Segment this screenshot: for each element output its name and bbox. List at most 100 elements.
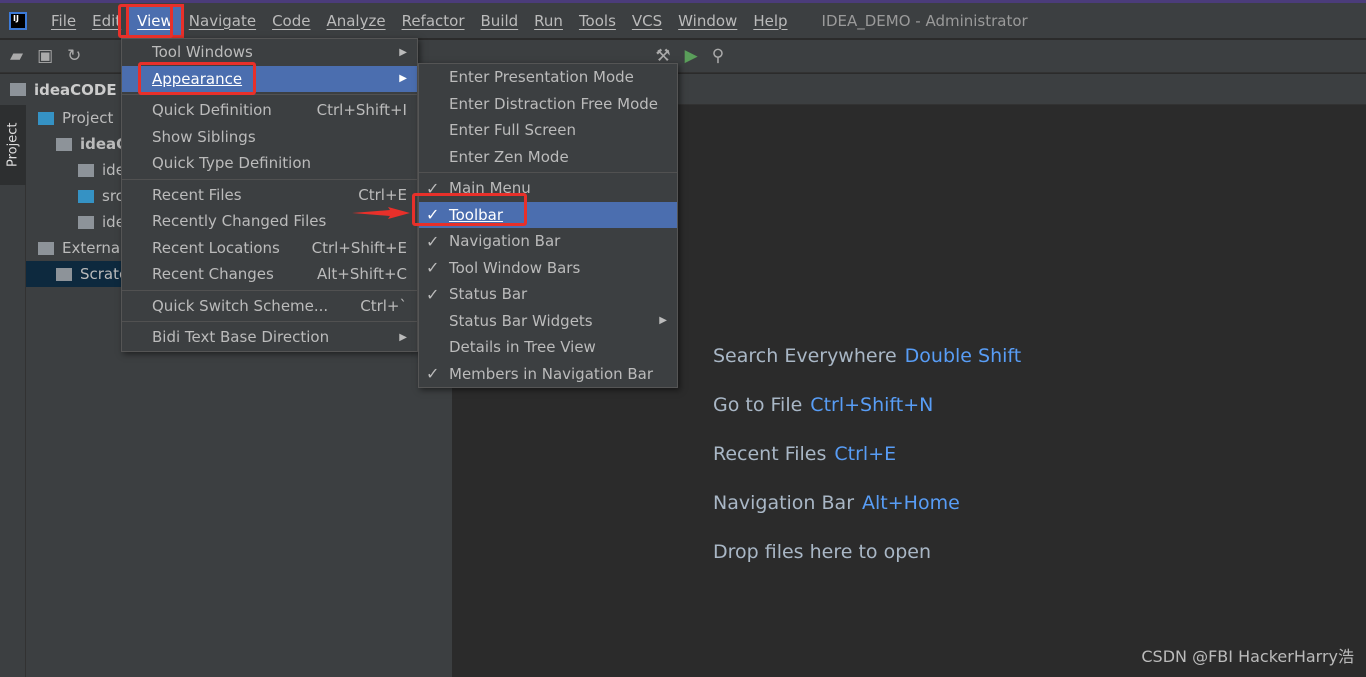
menu-item-navigation-bar[interactable]: ✓ Navigation Bar	[419, 228, 677, 255]
hint-shortcut: Ctrl+E	[834, 443, 897, 465]
menu-vcs[interactable]: VCS	[624, 7, 670, 35]
menu-item-label: Details in Tree View	[449, 338, 596, 357]
tree-node-icon	[38, 241, 54, 255]
editor-hint: Drop files here to open	[713, 541, 931, 563]
editor-hint: Navigation Bar Alt+Home	[713, 492, 960, 514]
menu-bar: IJ File Edit View Navigate Code Analyze Refact…	[0, 3, 1366, 39]
annotation-box-view	[118, 4, 173, 38]
menu-navigate[interactable]: Navigate	[181, 7, 264, 35]
menu-run[interactable]: Run	[526, 7, 571, 35]
menu-separator	[122, 321, 417, 322]
menu-separator	[122, 289, 417, 291]
submenu-arrow-icon: ▶	[399, 73, 407, 85]
folder-icon	[10, 83, 26, 96]
menu-item-label: Tool Window Bars	[449, 258, 581, 277]
hint-shortcut: Double Shift	[904, 345, 1022, 367]
menu-item-label: Enter Full Screen	[449, 121, 577, 140]
menu-item-members-in-navigation-bar[interactable]: ✓ Members in Navigation Bar	[419, 361, 677, 388]
intellij-logo-icon: IJ	[9, 11, 27, 30]
window-title: IDEA_DEMO - Administrator	[821, 11, 1028, 30]
editor-hint: Go to File Ctrl+Shift+N	[713, 394, 933, 416]
annotation-box-toolbar	[412, 193, 527, 226]
menu-item-shortcut: Ctrl+Shift+E	[311, 238, 407, 257]
menu-item-tool-window-bars[interactable]: ✓ Tool Window Bars	[419, 255, 677, 282]
menu-item-label: Enter Presentation Mode	[449, 68, 634, 87]
menu-item-label: Quick Switch Scheme...	[152, 296, 329, 315]
menu-item-label: Members in Navigation Bar	[449, 364, 654, 383]
menu-item-status-bar[interactable]: ✓ Status Bar	[419, 281, 677, 308]
menu-item-label: Recently Changed Files	[152, 212, 327, 231]
menu-item-label: Recent Files	[152, 185, 242, 204]
menu-item-label: Show Siblings	[152, 127, 256, 146]
menu-item-enter-zen-mode[interactable]: Enter Zen Mode	[419, 144, 677, 171]
project-tool-tab[interactable]: Project	[0, 105, 26, 185]
menu-code[interactable]: Code	[264, 7, 318, 35]
menu-item-quick-type-definition[interactable]: Quick Type Definition	[122, 150, 417, 177]
checkmark-icon: ✓	[426, 258, 440, 278]
menu-item-enter-presentation-mode[interactable]: Enter Presentation Mode	[419, 64, 677, 91]
hint-shortcut: Ctrl+Shift+N	[810, 394, 934, 416]
hint-text: Search Everywhere	[713, 345, 897, 367]
menu-item-shortcut: Alt+Shift+C	[316, 265, 407, 284]
menu-item-enter-full-screen[interactable]: Enter Full Screen	[419, 117, 677, 144]
menu-item-label: Status Bar	[449, 285, 528, 304]
hint-text: Recent Files	[713, 443, 827, 465]
tree-node-icon	[78, 163, 94, 177]
tool-window-stripe: Project	[0, 105, 26, 677]
menu-item-status-bar-widgets[interactable]: Status Bar Widgets ▶	[419, 308, 677, 335]
menu-item-label: Bidi Text Base Direction	[152, 328, 330, 347]
search-icon[interactable]: ⚲	[712, 46, 724, 66]
annotation-arrow-icon	[352, 207, 410, 219]
terminal-icon[interactable]: ▶	[685, 46, 698, 66]
hint-text: Navigation Bar	[713, 492, 855, 514]
menu-item-details-in-tree-view[interactable]: Details in Tree View	[419, 334, 677, 361]
hint-shortcut: Alt+Home	[862, 492, 960, 514]
menu-refactor[interactable]: Refactor	[394, 7, 473, 35]
nav-project[interactable]: ideaCODE	[34, 81, 117, 99]
menu-separator	[419, 172, 677, 173]
menu-build[interactable]: Build	[473, 7, 527, 35]
menu-item-shortcut: Ctrl+`	[360, 296, 407, 315]
menu-item-recent-files[interactable]: Recent Files Ctrl+E	[122, 182, 417, 209]
menu-item-label: Enter Zen Mode	[449, 147, 569, 166]
menu-item-quick-definition[interactable]: Quick Definition Ctrl+Shift+I	[122, 97, 417, 124]
hint-text: Go to File	[713, 394, 803, 416]
annotation-box-appearance	[138, 62, 256, 95]
submenu-arrow-icon: ▶	[399, 46, 407, 58]
menu-item-recent-locations[interactable]: Recent Locations Ctrl+Shift+E	[122, 235, 417, 262]
menu-tools[interactable]: Tools	[571, 7, 624, 35]
editor-hint: Recent Files Ctrl+E	[713, 443, 896, 465]
submenu-arrow-icon: ▶	[399, 331, 407, 343]
menu-item-label: Navigation Bar	[449, 232, 561, 251]
save-icon[interactable]: ▣	[37, 46, 53, 66]
menu-item-label: Recent Changes	[152, 265, 274, 284]
menu-item-quick-switch-scheme[interactable]: Quick Switch Scheme... Ctrl+`	[122, 293, 417, 320]
tree-node-icon	[56, 267, 72, 281]
menu-item-label: Quick Definition	[152, 101, 272, 120]
menu-item-label: Recent Locations	[152, 238, 280, 257]
checkmark-icon: ✓	[426, 284, 440, 304]
submenu-arrow-icon: ▶	[659, 315, 667, 327]
menu-item-shortcut: Ctrl+Shift+I	[316, 101, 407, 120]
menu-separator	[122, 178, 417, 180]
menu-window[interactable]: Window	[670, 7, 745, 35]
menu-item-label: Tool Windows	[152, 43, 253, 62]
menu-item-bidi-text-base-direction[interactable]: Bidi Text Base Direction ▶	[122, 324, 417, 351]
project-header-label: Project	[62, 109, 114, 127]
project-icon	[38, 111, 54, 125]
menu-item-enter-distraction-free-mode[interactable]: Enter Distraction Free Mode	[419, 91, 677, 118]
tree-node-icon	[78, 215, 94, 229]
menu-item-show-siblings[interactable]: Show Siblings	[122, 124, 417, 151]
hint-text: Drop files here to open	[713, 541, 932, 563]
menu-analyze[interactable]: Analyze	[318, 7, 393, 35]
menu-help[interactable]: Help	[745, 7, 795, 35]
menu-item-recent-changes[interactable]: Recent Changes Alt+Shift+C	[122, 261, 417, 288]
menu-item-label: Quick Type Definition	[152, 154, 312, 173]
menu-item-label: Status Bar Widgets	[449, 311, 593, 330]
menu-file[interactable]: File	[43, 7, 84, 35]
open-folder-icon[interactable]: ▰	[10, 46, 23, 66]
menu-item-label: Enter Distraction Free Mode	[449, 94, 659, 113]
editor-hint: Search Everywhere Double Shift	[713, 345, 1021, 367]
sync-icon[interactable]: ↻	[67, 46, 81, 66]
checkmark-icon: ✓	[426, 364, 440, 384]
